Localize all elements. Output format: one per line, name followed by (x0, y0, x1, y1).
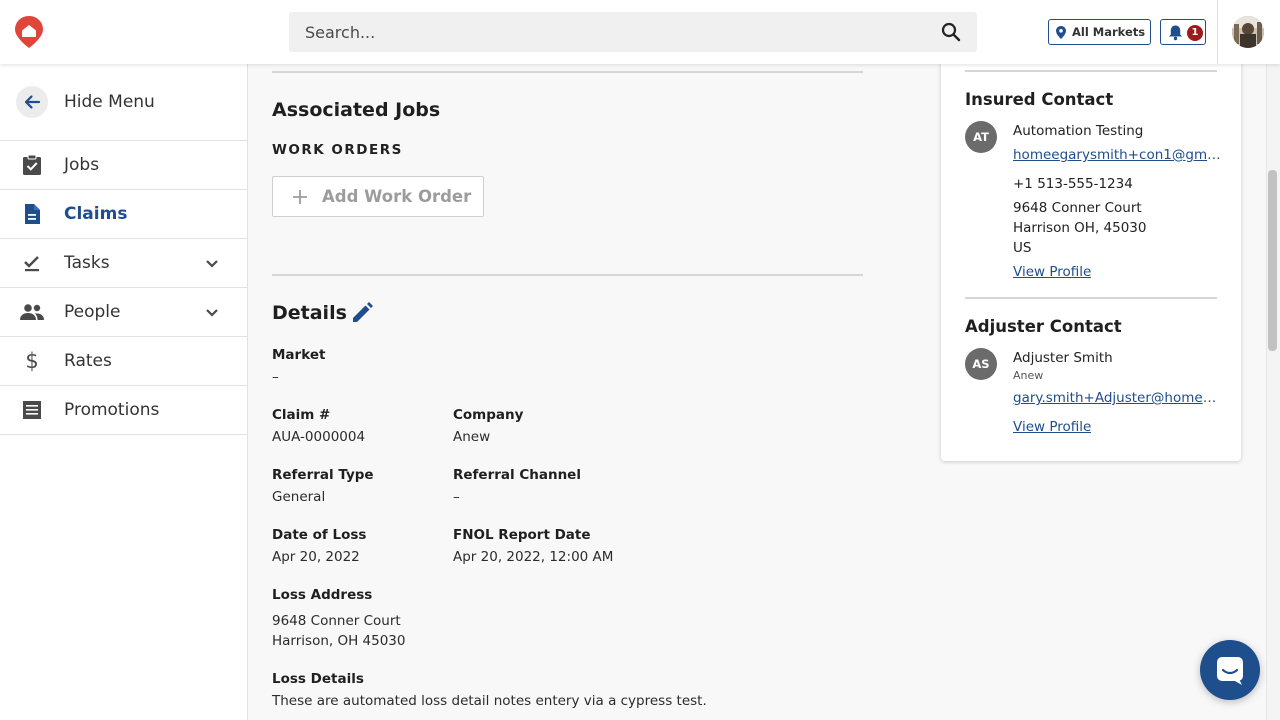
chat-launcher-button[interactable] (1200, 640, 1260, 700)
company-value: Anew (453, 429, 491, 445)
add-work-order-button[interactable]: Add Work Order (272, 176, 484, 217)
work-orders-label: WORK ORDERS (272, 142, 403, 158)
date-of-loss-label: Date of Loss (272, 527, 367, 543)
insured-country: US (1013, 240, 1032, 256)
bell-icon (1169, 25, 1182, 41)
sidebar-item-rates[interactable]: $ Rates (0, 337, 248, 386)
sidebar-item-label: Claims (64, 204, 128, 224)
insured-address-line2: Harrison OH, 45030 (1013, 220, 1147, 236)
insured-phone: +1 513-555-1234 (1013, 176, 1133, 192)
loss-address-line2: Harrison, OH 45030 (272, 633, 406, 649)
scrollbar-track[interactable] (1266, 64, 1280, 720)
sidebar-item-label: Rates (64, 351, 112, 371)
document-icon (20, 202, 44, 226)
adjuster-view-profile-link[interactable]: View Profile (1013, 419, 1091, 435)
plus-icon (293, 189, 307, 204)
details-title: Details (272, 302, 347, 324)
market-selector-button[interactable]: All Markets (1048, 19, 1151, 45)
sidebar-item-label: Hide Menu (64, 92, 155, 112)
clipboard-check-icon (20, 153, 44, 177)
chat-icon (1217, 657, 1243, 685)
loss-address-label: Loss Address (272, 587, 373, 603)
adjuster-avatar-initials: AS (965, 348, 997, 380)
check-underline-icon (20, 251, 44, 275)
insured-avatar-initials: AT (965, 121, 997, 153)
scrollbar-thumb[interactable] (1268, 170, 1277, 351)
avatar-photo-icon (1232, 16, 1264, 48)
card-divider (965, 297, 1217, 299)
user-avatar[interactable] (1232, 16, 1264, 48)
add-work-order-label: Add Work Order (322, 187, 472, 206)
sidebar-item-claims[interactable]: Claims (0, 190, 248, 239)
notifications-button[interactable]: 1 (1160, 19, 1206, 45)
section-divider (272, 71, 863, 73)
referral-channel-label: Referral Channel (453, 467, 581, 483)
search-bar (289, 12, 977, 52)
loss-details-value: These are automated loss detail notes en… (272, 693, 707, 709)
header-divider (1217, 0, 1218, 64)
sidebar-item-label: Jobs (64, 155, 100, 175)
homee-logo-icon[interactable] (14, 15, 44, 49)
insured-view-profile-link[interactable]: View Profile (1013, 264, 1091, 280)
search-input[interactable] (305, 12, 925, 52)
chevron-down-icon[interactable] (202, 302, 222, 322)
hide-menu-circle (16, 86, 48, 118)
sidebar-item-promotions[interactable]: Promotions (0, 386, 248, 435)
map-pin-icon (1056, 25, 1066, 39)
loss-address-line1: 9648 Conner Court (272, 613, 401, 629)
section-divider (272, 274, 863, 276)
sidebar-item-label: Tasks (64, 253, 110, 273)
adjuster-contact-title: Adjuster Contact (965, 317, 1122, 336)
market-label: All Markets (1072, 25, 1146, 39)
chevron-down-icon[interactable] (202, 253, 222, 273)
list-icon (20, 398, 44, 422)
sidebar-item-tasks[interactable]: Tasks (0, 239, 248, 288)
sidebar-item-people[interactable]: People (0, 288, 248, 337)
claim-number-value: AUA-0000004 (272, 429, 366, 445)
company-label: Company (453, 407, 524, 423)
market-field-value: – (272, 369, 279, 385)
pencil-icon[interactable] (350, 301, 374, 325)
referral-type-value: General (272, 489, 326, 505)
insured-address-line1: 9648 Conner Court (1013, 200, 1142, 216)
loss-details-label: Loss Details (272, 671, 364, 687)
referral-channel-value: – (453, 489, 460, 505)
card-divider (965, 70, 1217, 72)
adjuster-company: Anew (1013, 369, 1044, 382)
top-bar: All Markets 1 (0, 0, 1280, 64)
notification-count-badge: 1 (1187, 25, 1203, 41)
referral-type-label: Referral Type (272, 467, 374, 483)
market-field-label: Market (272, 347, 326, 363)
fnol-report-date-value: Apr 20, 2022, 12:00 AM (453, 549, 614, 565)
sidebar-item-label: People (64, 302, 121, 322)
insured-email-link[interactable]: homeegarysmith+con1@gmail.com (1013, 147, 1223, 163)
arrow-left-icon (24, 95, 41, 109)
associated-jobs-title: Associated Jobs (272, 99, 441, 121)
dollar-icon: $ (25, 349, 39, 373)
adjuster-email-link[interactable]: gary.smith+Adjuster@homee.com (1013, 390, 1223, 406)
sidebar-nav: Hide Menu Jobs Claims Tasks People $ Rat… (0, 64, 248, 720)
people-icon (20, 300, 44, 324)
contacts-card: Insured Contact AT Automation Testing ho… (941, 50, 1241, 461)
insured-name: Automation Testing (1013, 123, 1144, 139)
search-icon[interactable] (941, 22, 961, 42)
sidebar-item-label: Promotions (64, 400, 160, 420)
claim-number-label: Claim # (272, 407, 331, 423)
sidebar-item-jobs[interactable]: Jobs (0, 141, 248, 190)
hide-menu-button[interactable]: Hide Menu (0, 64, 248, 141)
fnol-report-date-label: FNOL Report Date (453, 527, 591, 543)
date-of-loss-value: Apr 20, 2022 (272, 549, 360, 565)
adjuster-name: Adjuster Smith (1013, 350, 1113, 366)
insured-contact-title: Insured Contact (965, 90, 1114, 109)
